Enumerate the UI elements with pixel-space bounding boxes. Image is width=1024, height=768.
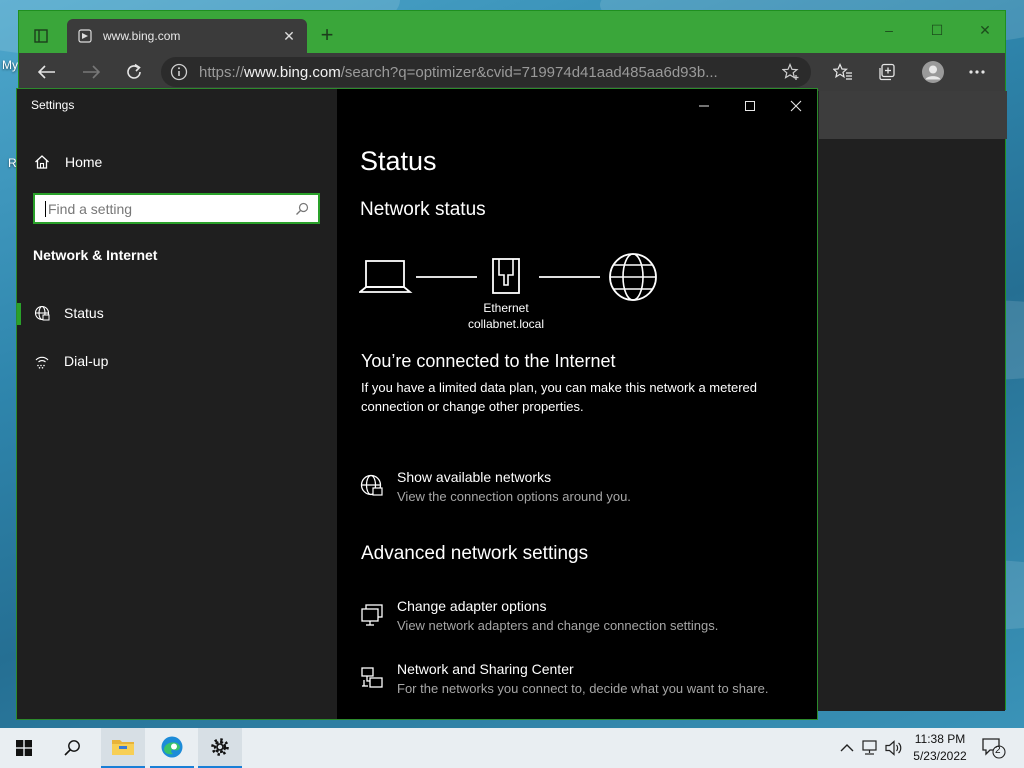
advanced-settings-heading: Advanced network settings (361, 543, 589, 564)
forward-arrow-icon[interactable] (77, 59, 105, 85)
home-icon (33, 153, 51, 171)
search-icon (64, 740, 80, 756)
adapter-icon (359, 602, 385, 628)
file-explorer-icon (112, 740, 134, 755)
page-title: Status (360, 146, 437, 176)
address-host: www.bing.com (244, 63, 341, 81)
home-nav-item[interactable]: Home (33, 149, 102, 175)
network-status-diagram: Ethernet collabnet.local (357, 249, 669, 339)
settings-maximize-button[interactable] (727, 91, 773, 121)
site-info-icon[interactable] (169, 62, 189, 82)
globe-network-icon (359, 473, 385, 499)
adapter-name: Ethernet (483, 301, 529, 315)
browser-tab[interactable]: www.bing.com ✕ (67, 19, 307, 53)
sidebar-item-label: Dial-up (64, 353, 109, 369)
tab-strip: www.bing.com ✕ + – ☐ ✕ (19, 11, 1005, 53)
connection-status-description: If you have a limited data plan, you can… (361, 380, 757, 414)
edge-button[interactable] (150, 728, 194, 768)
add-favorite-icon[interactable] (779, 60, 803, 84)
favorites-star-icon[interactable] (829, 59, 857, 85)
address-bar[interactable]: https://www.bing.com/search?q=optimizer&… (161, 57, 811, 87)
refresh-icon[interactable] (120, 59, 148, 85)
start-button[interactable] (2, 728, 46, 768)
ethernet-icon (492, 258, 520, 294)
change-adapter-options-link[interactable]: Change adapter options View network adap… (359, 598, 809, 638)
show-hidden-icons-chevron-icon[interactable] (837, 738, 857, 758)
taskbar-clock[interactable]: 11:38 PM 5/23/2022 (906, 731, 974, 765)
more-icon[interactable] (963, 59, 991, 85)
address-url[interactable]: https://www.bing.com/search?q=optimizer&… (199, 64, 779, 81)
link-description: For the networks you connect to, decide … (397, 681, 769, 696)
network-status-heading: Network status (360, 199, 486, 220)
settings-minimize-button[interactable] (681, 91, 727, 121)
bing-favicon-icon (77, 28, 93, 44)
tab-actions-button[interactable] (27, 23, 55, 49)
browser-close-button[interactable]: ✕ (967, 17, 1003, 43)
new-tab-button[interactable]: + (315, 22, 339, 47)
sidebar-item-label: Status (64, 305, 104, 321)
laptop-icon (357, 260, 413, 293)
network-tray-icon[interactable] (861, 738, 881, 758)
link-description: View the connection options around you. (397, 489, 631, 504)
collections-icon[interactable] (873, 59, 901, 85)
settings-sidebar: Settings Home Network & Internet Status (17, 89, 337, 719)
close-icon (790, 100, 802, 112)
category-heading: Network & Internet (33, 247, 158, 263)
settings-close-button[interactable] (773, 91, 819, 121)
maximize-icon (745, 101, 755, 111)
sidebar-item-status[interactable]: Status (17, 293, 337, 333)
link-title: Network and Sharing Center (397, 661, 574, 677)
sharing-center-icon (359, 665, 385, 691)
link-title: Change adapter options (397, 598, 547, 614)
selected-indicator (17, 303, 21, 325)
sidebar-item-dialup[interactable]: Dial-up (17, 341, 337, 381)
search-icon[interactable] (294, 201, 310, 217)
back-arrow-icon[interactable] (33, 59, 61, 85)
settings-content: Status Network status Ethernet collabnet… (337, 89, 817, 719)
notification-count: 2 (995, 745, 1001, 756)
globe-icon (33, 304, 51, 322)
settings-window-title: Settings (31, 98, 75, 112)
network-name: collabnet.local (467, 317, 545, 331)
settings-window: Settings Home Network & Internet Status (16, 88, 818, 720)
browser-minimize-button[interactable]: – (871, 17, 907, 43)
home-label: Home (65, 154, 103, 170)
start-icon (16, 740, 32, 756)
browser-maximize-button[interactable]: ☐ (919, 17, 955, 43)
minimize-icon (699, 105, 709, 107)
settings-search-box[interactable] (33, 193, 320, 224)
internet-globe-icon (609, 253, 657, 301)
settings-gear-icon (211, 738, 229, 756)
taskbar-search-button[interactable] (50, 728, 94, 768)
clock-time: 11:38 PM (914, 732, 966, 746)
taskbar: 11:38 PM 5/23/2022 2 (0, 728, 1024, 768)
show-networks-link[interactable]: Show available networks View the connect… (359, 469, 809, 509)
tab-title: www.bing.com (103, 29, 181, 43)
settings-button[interactable] (198, 728, 242, 768)
browser-toolbar: https://www.bing.com/search?q=optimizer&… (19, 53, 1005, 91)
profile-icon[interactable] (919, 59, 947, 85)
desktop-icon-label[interactable]: My (2, 58, 18, 72)
page-header-strip (819, 91, 1007, 139)
clock-date: 5/23/2022 (913, 749, 967, 763)
network-diagram-graphic (357, 253, 657, 301)
notification-center-icon[interactable]: 2 (982, 738, 1006, 759)
volume-icon[interactable] (884, 738, 904, 758)
network-sharing-center-link[interactable]: Network and Sharing Center For the netwo… (359, 661, 809, 701)
settings-search-input[interactable] (45, 200, 294, 217)
tab-actions-icon (34, 29, 48, 43)
link-description: View network adapters and change connect… (397, 618, 719, 633)
dialup-icon (33, 352, 51, 370)
connection-status-heading: You’re connected to the Internet (361, 351, 616, 371)
tab-close-icon[interactable]: ✕ (281, 28, 297, 44)
file-explorer-button[interactable] (101, 728, 145, 768)
link-title: Show available networks (397, 469, 552, 485)
edge-icon (161, 736, 183, 758)
